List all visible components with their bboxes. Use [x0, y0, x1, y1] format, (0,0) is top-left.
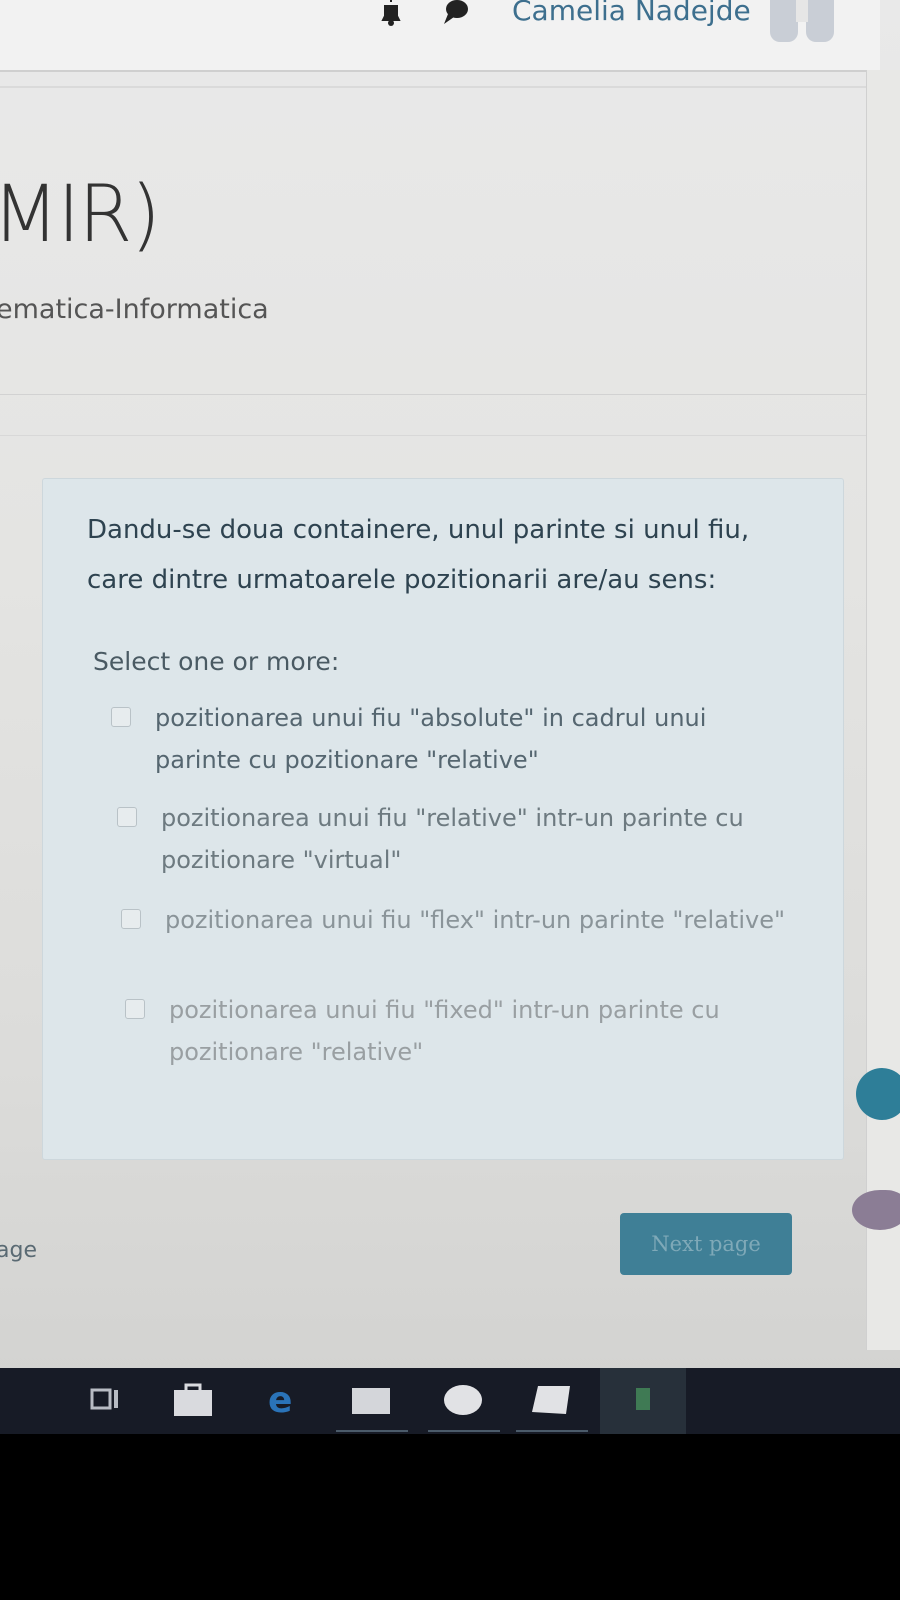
- answer-option-label[interactable]: pozitionarea unui fiu "fixed" intr-un pa…: [169, 996, 720, 1066]
- app-shape-icon[interactable]: [530, 1382, 572, 1416]
- answer-option-label[interactable]: pozitionarea unui fiu "absolute" in cadr…: [155, 704, 706, 774]
- answer-option-4[interactable]: pozitionarea unui fiu "fixed" intr-un pa…: [125, 989, 809, 1073]
- previous-page-link[interactable]: age: [0, 1238, 37, 1263]
- active-app-tile[interactable]: [600, 1368, 686, 1434]
- side-widget-icon: [852, 1190, 900, 1230]
- answer-option-label[interactable]: pozitionarea unui fiu "relative" intr-un…: [161, 804, 744, 874]
- chat-icon[interactable]: [442, 0, 468, 26]
- section-divider: [0, 435, 866, 436]
- running-indicator: [336, 1430, 408, 1432]
- user-name[interactable]: Camelia Nadejde: [512, 0, 751, 27]
- answer-option-2[interactable]: pozitionarea unui fiu "relative" intr-un…: [117, 797, 801, 881]
- answer-option-1[interactable]: pozitionarea unui fiu "absolute" in cadr…: [111, 697, 795, 781]
- answer-option-3[interactable]: pozitionarea unui fiu "flex" intr-un par…: [121, 899, 805, 941]
- file-explorer-icon[interactable]: [350, 1382, 392, 1416]
- answer-option-label[interactable]: pozitionarea unui fiu "flex" intr-un par…: [165, 906, 785, 934]
- next-page-button[interactable]: Next page: [620, 1213, 792, 1275]
- checkbox[interactable]: [111, 707, 131, 727]
- breadcrumb[interactable]: ematica-Informatica: [0, 294, 269, 325]
- avatar[interactable]: [770, 0, 834, 46]
- svg-text:e: e: [268, 1382, 292, 1416]
- checkbox[interactable]: [125, 999, 145, 1019]
- section-divider: [0, 394, 866, 395]
- store-icon[interactable]: [172, 1382, 214, 1416]
- question-text: Dandu-se doua containere, unul parinte s…: [87, 515, 750, 595]
- bell-icon[interactable]: [378, 0, 404, 26]
- select-prompt: Select one or more:: [93, 647, 340, 676]
- checkbox[interactable]: [117, 807, 137, 827]
- browser-viewport: Camelia Nadejde MIR) ematica-Informatica…: [0, 0, 900, 1410]
- task-view-icon[interactable]: [88, 1382, 130, 1416]
- edge-icon[interactable]: e: [262, 1382, 304, 1416]
- running-indicator: [516, 1430, 588, 1432]
- header-divider: [0, 86, 866, 88]
- right-drawer-edge: [866, 70, 900, 1350]
- page-title: MIR): [0, 170, 161, 260]
- running-indicator: [428, 1430, 500, 1432]
- question-card: Dandu-se doua containere, unul parinte s…: [42, 478, 844, 1160]
- top-navbar: Camelia Nadejde: [0, 0, 880, 72]
- active-app-icon[interactable]: [622, 1382, 664, 1416]
- checkbox[interactable]: [121, 909, 141, 929]
- quiz-navigation-icon[interactable]: [856, 1068, 900, 1120]
- taskbar: e: [0, 1368, 900, 1434]
- app-circle-icon[interactable]: [442, 1382, 484, 1416]
